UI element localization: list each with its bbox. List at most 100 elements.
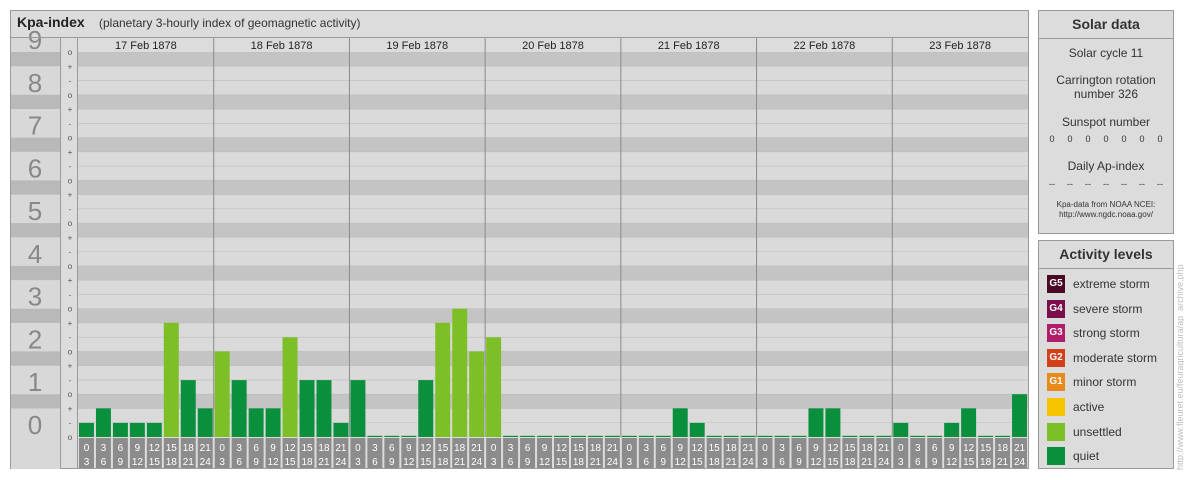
- y-major-tick: 1: [28, 367, 42, 397]
- kp-bar: [112, 422, 128, 437]
- y-major-tick: 0: [28, 410, 42, 440]
- interval-end: 9: [660, 457, 666, 468]
- y-minor-tick: -: [69, 290, 72, 299]
- interval-start: 9: [677, 443, 683, 454]
- interval-start: 0: [84, 443, 90, 454]
- interval-end: 18: [709, 457, 721, 468]
- kp-bar: [401, 435, 417, 437]
- ap-value: --: [1085, 179, 1091, 189]
- interval-start: 12: [827, 443, 839, 454]
- activity-level-item: G2 moderate storm: [1047, 348, 1157, 368]
- band-dark: [78, 308, 1028, 323]
- interval-end: 18: [301, 457, 313, 468]
- kp-bar: [129, 422, 145, 437]
- band-dark: [78, 137, 1028, 152]
- interval-end: 3: [898, 457, 904, 468]
- ap-values: -- -- -- -- -- -- --: [1039, 178, 1173, 190]
- interval-end: 9: [796, 457, 802, 468]
- interval-end: 18: [980, 457, 992, 468]
- kp-bar: [893, 422, 909, 437]
- level-swatch: [1047, 447, 1065, 466]
- interval-start: 15: [980, 443, 992, 454]
- activity-level-item: G5 extreme storm: [1047, 274, 1150, 294]
- kp-bar: [876, 435, 892, 437]
- interval-end: 6: [372, 457, 378, 468]
- interval-end: 24: [335, 457, 347, 468]
- interval-end: 24: [878, 457, 890, 468]
- ap-value: --: [1121, 179, 1127, 189]
- y-minor-tick: -: [69, 419, 72, 428]
- interval-end: 6: [236, 457, 242, 468]
- interval-start: 9: [542, 443, 548, 454]
- ap-value: --: [1049, 179, 1055, 189]
- kp-bar: [774, 435, 790, 437]
- interval-start: 0: [491, 443, 497, 454]
- interval-end: 21: [861, 457, 873, 468]
- y-minor-tick: +: [68, 404, 73, 413]
- level-swatch: G3: [1047, 324, 1065, 343]
- interval-end: 21: [183, 457, 195, 468]
- band-dark: [78, 223, 1028, 238]
- interval-end: 15: [556, 457, 568, 468]
- interval-end: 15: [827, 457, 839, 468]
- kp-bar: [944, 422, 960, 437]
- interval-start: 15: [573, 443, 585, 454]
- band-dark: [78, 94, 1028, 110]
- kp-bar: [435, 322, 451, 437]
- interval-end: 6: [915, 457, 921, 468]
- interval-end: 21: [590, 457, 602, 468]
- y-minor-tick: o: [68, 134, 73, 143]
- y-minor-tick: -: [69, 248, 72, 257]
- kp-bar: [621, 435, 637, 437]
- interval-end: 3: [355, 457, 361, 468]
- interval-start: 3: [101, 443, 107, 454]
- level-label: severe storm: [1073, 301, 1143, 316]
- kp-bar: [350, 380, 366, 437]
- interval-start: 18: [318, 443, 330, 454]
- interval-start: 0: [219, 443, 225, 454]
- interval-start: 18: [454, 443, 466, 454]
- level-swatch: G1: [1047, 373, 1065, 392]
- day-label: 20 Feb 1878: [522, 40, 584, 52]
- band-dark: [78, 180, 1028, 195]
- interval-end: 18: [437, 457, 449, 468]
- ap-title: Daily Ap-index: [1067, 159, 1145, 173]
- kp-bar: [214, 351, 230, 437]
- interval-start: 21: [471, 443, 483, 454]
- interval-end: 24: [607, 457, 619, 468]
- kp-bar: [757, 435, 773, 437]
- interval-start: 18: [997, 443, 1009, 454]
- kp-bar: [520, 435, 536, 437]
- y-major-tick: 2: [28, 324, 42, 354]
- interval-start: 6: [660, 443, 666, 454]
- interval-end: 21: [997, 457, 1009, 468]
- level-label: strong storm: [1073, 326, 1140, 341]
- level-label: minor storm: [1073, 375, 1137, 390]
- interval-start: 3: [779, 443, 785, 454]
- watermark: http://www.fleuret.eu/feuragricultura/ap…: [1175, 264, 1184, 470]
- kp-bar: [706, 435, 722, 437]
- y-minor-tick: -: [69, 333, 72, 342]
- sunspot-value: 0: [1085, 134, 1091, 144]
- interval-end: 6: [508, 457, 514, 468]
- kp-bar: [469, 351, 485, 437]
- activity-level-item: quiet: [1047, 446, 1099, 466]
- interval-start: 21: [878, 443, 890, 454]
- interval-start: 9: [406, 443, 412, 454]
- y-minor-tick: +: [68, 319, 73, 328]
- y-minor-tick: +: [68, 233, 73, 242]
- interval-start: 0: [355, 443, 361, 454]
- interval-start: 21: [200, 443, 212, 454]
- level-swatch: G2: [1047, 348, 1065, 367]
- day-label: 19 Feb 1878: [386, 40, 448, 52]
- kp-bar: [740, 435, 756, 437]
- kp-bar: [248, 408, 264, 437]
- y-minor-tick: +: [68, 276, 73, 285]
- kp-bar: [587, 435, 603, 437]
- kp-bar: [299, 380, 315, 437]
- interval-start: 12: [963, 443, 975, 454]
- interval-start: 3: [372, 443, 378, 454]
- interval-end: 9: [253, 457, 259, 468]
- kp-bar: [689, 422, 705, 437]
- kp-bar: [995, 435, 1011, 437]
